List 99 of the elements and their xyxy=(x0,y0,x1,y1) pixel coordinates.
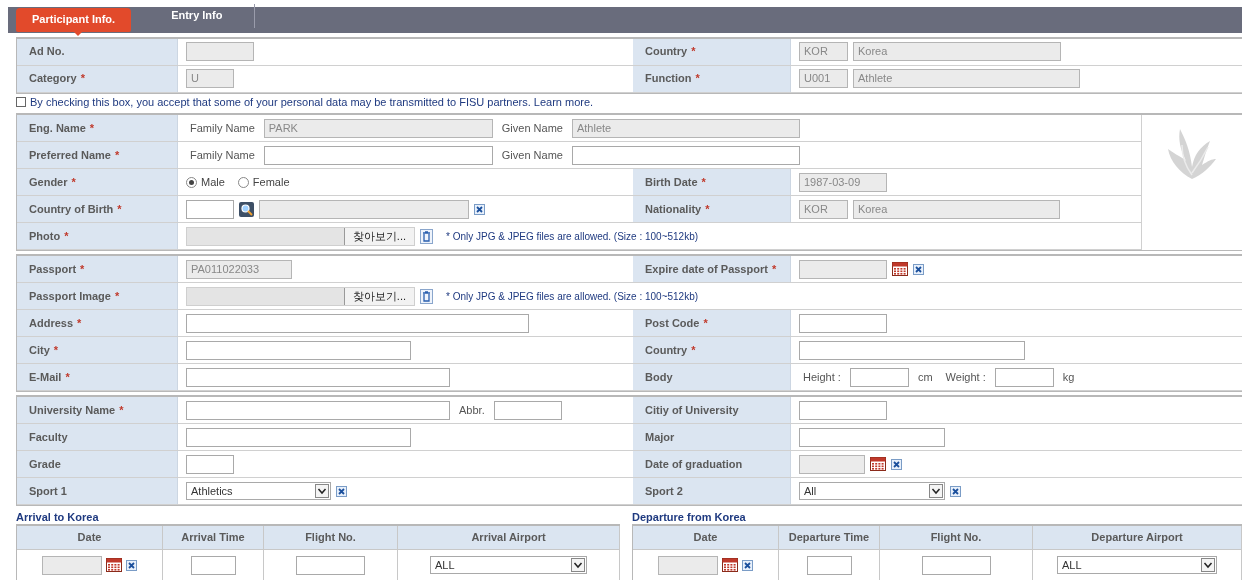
input-field[interactable] xyxy=(493,400,562,420)
input-field[interactable] xyxy=(186,427,411,447)
column-header: Date xyxy=(633,526,779,549)
column-header: Flight No. xyxy=(880,526,1033,549)
field-label: Birth Date * xyxy=(645,174,706,190)
tab[interactable]: Entry Info xyxy=(139,3,256,28)
field-label: Post Code * xyxy=(645,315,708,331)
field-label: Passport * xyxy=(29,261,85,277)
field-caption: kg xyxy=(1062,369,1075,385)
learn-more-link[interactable]: Learn more. xyxy=(533,95,594,108)
field-label: E-Mail * xyxy=(29,369,70,385)
field-label: Grade xyxy=(29,456,61,472)
field-label: Ad No. xyxy=(29,44,65,60)
calendar-icon[interactable] xyxy=(722,558,738,572)
field-label: Faculty xyxy=(29,429,68,445)
input-field[interactable] xyxy=(186,454,234,474)
field-caption: Height : xyxy=(803,369,841,385)
trash-icon[interactable] xyxy=(420,228,433,244)
field-label: Photo * xyxy=(29,228,69,244)
field-label: Expire date of Passport * xyxy=(645,261,777,277)
input-field[interactable] xyxy=(806,555,852,575)
field-label: Function * xyxy=(645,71,700,87)
field-label: Eng. Name * xyxy=(29,120,95,136)
column-header: Arrival Time xyxy=(163,526,264,549)
calendar-icon[interactable] xyxy=(892,262,908,276)
field-label: City * xyxy=(29,342,59,358)
input-field[interactable] xyxy=(186,367,450,387)
column-header: Arrival Airport xyxy=(398,526,620,549)
field-label: Sport 1 xyxy=(29,483,67,499)
input-field[interactable] xyxy=(186,340,411,360)
field-label: Address * xyxy=(29,315,82,331)
input-field[interactable] xyxy=(799,427,945,447)
input-field[interactable] xyxy=(921,555,991,575)
input-field[interactable] xyxy=(263,145,493,165)
dropdown-icon[interactable] xyxy=(571,558,585,572)
input-field[interactable] xyxy=(799,400,887,420)
close-icon[interactable] xyxy=(891,458,902,470)
radio-option[interactable]: Male xyxy=(186,173,225,191)
input-field[interactable] xyxy=(186,313,529,333)
select-field[interactable]: ALL xyxy=(1057,556,1217,574)
field-caption: cm xyxy=(917,369,933,385)
input-field[interactable] xyxy=(186,400,450,420)
close-icon[interactable] xyxy=(474,203,485,215)
field-caption: Abbr. xyxy=(459,402,485,418)
column-header: Departure Time xyxy=(779,526,880,549)
dropdown-icon[interactable] xyxy=(1201,558,1215,572)
column-header: Departure Airport xyxy=(1033,526,1242,549)
close-icon[interactable] xyxy=(913,263,924,275)
field-caption: Given Name xyxy=(501,120,563,136)
field-label: Sport 2 xyxy=(645,483,683,499)
table-title: Arrival to Korea xyxy=(16,510,100,524)
select-field[interactable]: ALL xyxy=(430,556,587,574)
file-note: * Only JPG & JPEG files are allowed. (Size : 100~512kb) xyxy=(446,289,699,304)
select-field[interactable]: All xyxy=(799,482,945,500)
field-label: Country * xyxy=(645,342,696,358)
close-icon[interactable] xyxy=(336,485,347,497)
search-icon[interactable] xyxy=(239,201,254,217)
input-field[interactable] xyxy=(799,340,1025,360)
field-label: Citiy of University xyxy=(645,402,739,418)
field-label: Country of Birth * xyxy=(29,201,122,217)
column-header: Flight No. xyxy=(264,526,398,549)
dropdown-icon[interactable] xyxy=(929,484,943,498)
field-label: University Name * xyxy=(29,402,124,418)
field-caption: Family Name xyxy=(190,120,255,136)
field-caption: Weight : xyxy=(945,369,986,385)
field-caption: Family Name xyxy=(190,147,255,163)
field-label: Nationality * xyxy=(645,201,710,217)
select-field[interactable]: Athletics xyxy=(186,482,331,500)
field-label: Date of graduation xyxy=(645,456,743,472)
input-field[interactable] xyxy=(571,145,800,165)
file-field[interactable]: 찾아보기... xyxy=(186,286,415,306)
calendar-icon[interactable] xyxy=(106,558,122,572)
input-field[interactable] xyxy=(190,555,236,575)
field-label: Passport Image * xyxy=(29,288,120,304)
trash-icon[interactable] xyxy=(420,288,433,304)
column-header: Date xyxy=(17,526,163,549)
input-field[interactable] xyxy=(994,367,1054,387)
close-icon[interactable] xyxy=(950,485,961,497)
radio-option[interactable]: Female xyxy=(237,173,290,191)
input-field[interactable] xyxy=(849,367,909,387)
field-label: Preferred Name * xyxy=(29,147,120,163)
input-field[interactable] xyxy=(799,313,887,333)
field-label: Gender * xyxy=(29,174,76,190)
file-note: * Only JPG & JPEG files are allowed. (Size : 100~512kb) xyxy=(446,229,699,244)
input-field[interactable] xyxy=(296,555,365,575)
consent-text: By checking this box, you accept that some of your personal data may be transmitted to FISU partners. Learn more. xyxy=(30,94,594,110)
table-title: Departure from Korea xyxy=(632,510,747,524)
close-icon[interactable] xyxy=(126,559,137,571)
file-field[interactable]: 찾아보기... xyxy=(186,226,415,246)
calendar-icon[interactable] xyxy=(870,457,886,471)
close-icon[interactable] xyxy=(742,559,753,571)
dropdown-icon[interactable] xyxy=(315,484,329,498)
field-label: Major xyxy=(645,429,675,445)
field-label: Body xyxy=(645,369,673,385)
input-field[interactable] xyxy=(186,199,234,219)
field-caption: Given Name xyxy=(501,147,563,163)
field-label: Category * xyxy=(29,71,85,87)
field-label: Country * xyxy=(645,44,696,60)
consent-checkbox[interactable] xyxy=(16,96,26,107)
